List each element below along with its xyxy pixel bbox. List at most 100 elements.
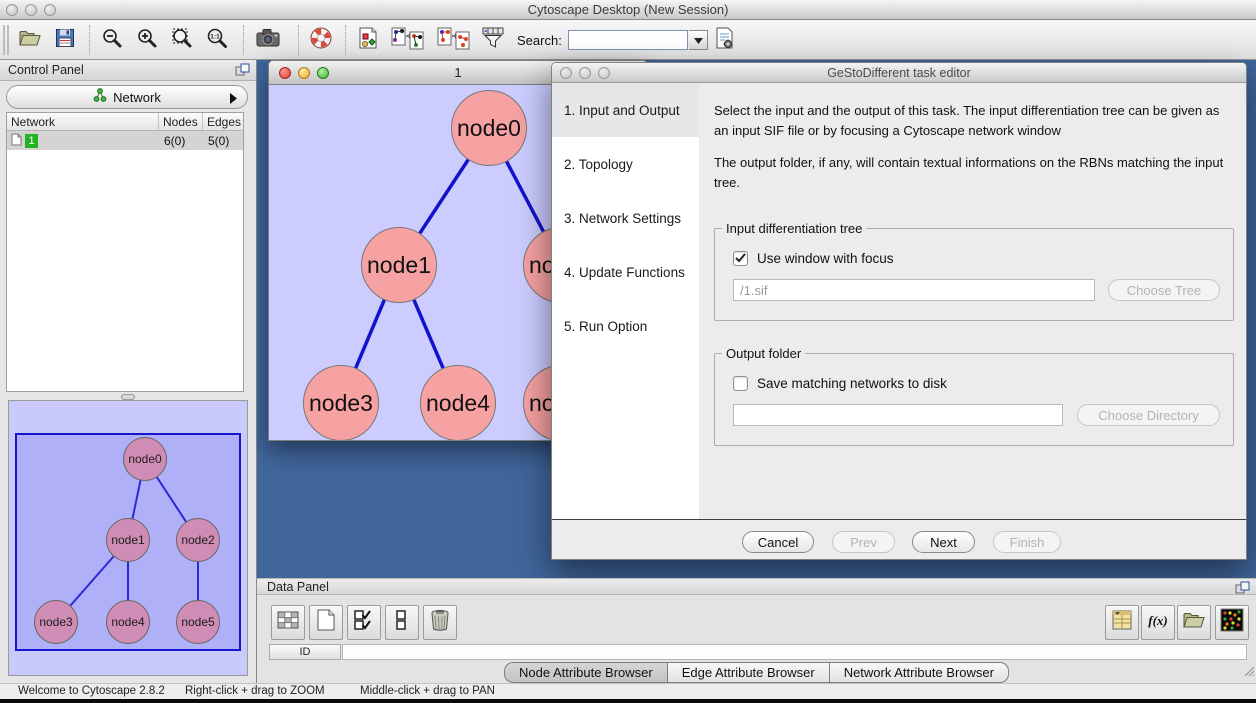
gestodifferent-task-editor-dialog[interactable]: GeStoDifferent task editor 1. Input and … <box>551 62 1247 560</box>
new-attribute-button[interactable] <box>309 605 343 640</box>
unselect-all-attributes-button[interactable] <box>385 605 419 640</box>
app-titlebar: Cytoscape Desktop (New Session) <box>0 0 1256 20</box>
delete-attribute-button[interactable] <box>423 605 457 640</box>
wizard-step-2[interactable]: 2. Topology <box>564 157 694 177</box>
checkbox-label[interactable]: Save matching networks to disk <box>757 376 947 391</box>
search-input[interactable] <box>568 30 688 50</box>
cancel-button[interactable]: Cancel <box>742 531 814 553</box>
network-tab-label: Network <box>113 90 161 105</box>
wizard-step-3[interactable]: 3. Network Settings <box>564 211 694 231</box>
use-window-with-focus-checkbox[interactable] <box>733 251 748 266</box>
float-panel-icon[interactable] <box>235 63 250 80</box>
network-window-controls <box>279 67 329 79</box>
wizard-step-5[interactable]: 5. Run Option <box>564 319 694 339</box>
prev-button[interactable]: Prev <box>832 531 895 553</box>
chevron-right-icon[interactable] <box>229 92 237 107</box>
graph-node[interactable]: node3 <box>34 600 78 644</box>
minimize-window-button[interactable] <box>298 67 310 79</box>
checked-boxes-icon <box>352 608 376 637</box>
minimize-window-button[interactable] <box>579 67 591 79</box>
zoom-window-button[interactable] <box>317 67 329 79</box>
import-attributes-button[interactable] <box>1177 605 1211 640</box>
zoom-window-button[interactable] <box>44 4 56 16</box>
column-header[interactable]: Edges <box>203 113 243 130</box>
graph-node[interactable]: node0 <box>451 90 527 166</box>
toolbar-separator <box>89 25 90 55</box>
cytoscape-app: Cytoscape Desktop (New Session) 1:1 <box>0 0 1256 703</box>
network-list-row[interactable]: 1 6(0) 5(0) <box>7 131 243 150</box>
zoom-selected-region-button[interactable] <box>167 25 197 55</box>
graph-node[interactable]: node5 <box>176 600 220 644</box>
column-header[interactable]: Network <box>7 113 159 130</box>
control-panel-title: Control Panel <box>8 63 84 77</box>
check-icon <box>735 250 746 268</box>
snapshot-button[interactable] <box>253 25 283 55</box>
copy-network-view-button[interactable] <box>390 25 424 55</box>
float-panel-icon[interactable] <box>1235 581 1250 598</box>
graph-node[interactable]: node4 <box>420 365 496 441</box>
open-session-button[interactable] <box>15 25 45 55</box>
graph-node[interactable]: node1 <box>106 518 150 562</box>
column-header[interactable]: Nodes <box>159 113 203 130</box>
node-label: node3 <box>309 390 373 417</box>
zoom-out-button[interactable] <box>97 25 127 55</box>
search-label: Search: <box>517 20 562 60</box>
resize-grip-icon[interactable] <box>1242 663 1254 681</box>
toolbar-drag-handle[interactable] <box>3 25 9 55</box>
dialog-window-controls <box>560 67 610 79</box>
zoom-actual-size-button[interactable]: 1:1 <box>202 25 232 55</box>
zoom-window-button[interactable] <box>598 67 610 79</box>
attribute-table-display-button[interactable] <box>1105 605 1139 640</box>
help-button[interactable] <box>306 25 336 55</box>
graph-node[interactable]: node2 <box>176 518 220 562</box>
save-session-button[interactable] <box>50 25 80 55</box>
save-matching-networks-checkbox[interactable] <box>733 376 748 391</box>
output-folder-field[interactable] <box>733 404 1063 426</box>
close-window-button[interactable] <box>560 67 572 79</box>
function-builder-button[interactable]: f(x) <box>1141 605 1175 640</box>
network-list-header: Network Nodes Edges <box>7 113 243 131</box>
intro-paragraph-1: Select the input and the output of this … <box>714 101 1226 140</box>
wizard-step-1[interactable]: 1. Input and Output <box>564 103 694 123</box>
control-panel-header: Control Panel <box>0 60 256 81</box>
next-button[interactable]: Next <box>912 531 975 553</box>
svg-text:f(x): f(x) <box>1148 613 1168 628</box>
choose-tree-button[interactable]: Choose Tree <box>1108 279 1220 301</box>
wizard-steps-sidebar: 1. Input and Output 2. Topology 3. Netwo… <box>552 83 699 519</box>
zoom-in-button[interactable] <box>132 25 162 55</box>
minimize-window-button[interactable] <box>25 4 37 16</box>
search-config-button[interactable] <box>710 25 740 55</box>
copy-network-button[interactable] <box>436 25 470 55</box>
tab-node-attribute-browser[interactable]: Node Attribute Browser <box>504 662 668 683</box>
graph-node[interactable]: node1 <box>361 227 437 303</box>
graph-node[interactable]: node3 <box>303 365 379 441</box>
doc-gear-icon <box>713 25 737 56</box>
output-folder-group: Output folder Save matching networks to … <box>714 353 1234 446</box>
select-attributes-button[interactable] <box>271 605 305 640</box>
finish-button[interactable]: Finish <box>993 531 1061 553</box>
heatmap-button[interactable] <box>1215 605 1249 640</box>
close-window-button[interactable] <box>6 4 18 16</box>
wizard-step-content: Select the input and the output of this … <box>699 83 1247 519</box>
checkbox-label[interactable]: Use window with focus <box>757 251 894 266</box>
input-tree-file-field[interactable] <box>733 279 1095 301</box>
vizmapper-button[interactable] <box>353 25 383 55</box>
dialog-titlebar[interactable]: GeStoDifferent task editor <box>552 63 1246 83</box>
filter-button[interactable] <box>478 25 508 55</box>
search-dropdown-button[interactable] <box>689 30 708 50</box>
graph-node[interactable]: node4 <box>106 600 150 644</box>
close-window-button[interactable] <box>279 67 291 79</box>
birdseye-view[interactable]: node0 node1 node2 node3 node4 node5 <box>8 400 248 676</box>
attribute-grid-icon <box>276 609 300 636</box>
dialog-footer: Cancel Prev Next Finish <box>552 519 1247 560</box>
select-all-attributes-button[interactable] <box>347 605 381 640</box>
choose-directory-button[interactable]: Choose Directory <box>1077 404 1220 426</box>
tab-network-attribute-browser[interactable]: Network Attribute Browser <box>830 662 1009 683</box>
graph-node[interactable]: node0 <box>123 437 167 481</box>
tab-network[interactable]: Network <box>6 85 248 109</box>
node-label: node1 <box>367 252 431 279</box>
wizard-step-4[interactable]: 4. Update Functions <box>564 265 694 285</box>
id-column-header[interactable]: ID <box>269 644 341 660</box>
node-count: 6(0) <box>159 134 203 148</box>
tab-edge-attribute-browser[interactable]: Edge Attribute Browser <box>668 662 830 683</box>
